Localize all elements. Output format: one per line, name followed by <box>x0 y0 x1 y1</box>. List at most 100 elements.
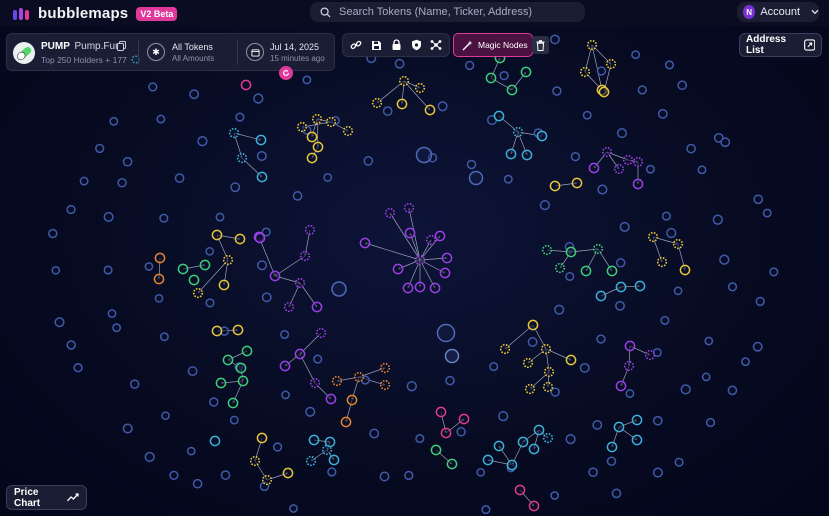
holder-bubble[interactable] <box>550 387 560 397</box>
holder-bubble[interactable] <box>325 393 337 405</box>
copy-icon[interactable] <box>117 41 126 51</box>
holder-bubble[interactable] <box>384 207 396 219</box>
holder-bubble[interactable] <box>396 98 408 110</box>
holder-bubble[interactable] <box>592 243 604 255</box>
holder-bubble[interactable] <box>549 34 560 45</box>
link-icon[interactable] <box>347 36 365 54</box>
holder-bubble[interactable] <box>503 174 513 184</box>
holder-bubble[interactable] <box>404 227 416 239</box>
holder-bubble[interactable] <box>601 146 613 158</box>
holder-bubble[interactable] <box>536 130 548 142</box>
holder-bubble[interactable] <box>161 411 170 421</box>
holder-bubble[interactable] <box>211 229 223 241</box>
holder-bubble[interactable] <box>727 385 738 396</box>
holder-bubble[interactable] <box>240 79 252 91</box>
holder-bubble[interactable] <box>256 432 268 444</box>
holder-bubble[interactable] <box>261 474 273 486</box>
holder-bubble[interactable] <box>304 224 316 236</box>
holder-bubble[interactable] <box>622 154 634 166</box>
holder-bubble[interactable] <box>673 286 683 296</box>
holder-bubble[interactable] <box>327 467 337 477</box>
holder-bubble[interactable] <box>340 416 352 428</box>
holder-bubble[interactable] <box>424 104 436 116</box>
holder-bubble[interactable] <box>489 362 499 372</box>
holder-bubble[interactable] <box>437 101 448 112</box>
holder-bubble[interactable] <box>672 238 684 250</box>
holder-bubble[interactable] <box>192 478 203 489</box>
holder-bubble[interactable] <box>755 296 765 307</box>
holder-bubble[interactable] <box>549 180 561 192</box>
holder-bubble[interactable] <box>117 178 127 188</box>
holder-bubble[interactable] <box>209 435 221 447</box>
holder-bubble[interactable] <box>306 152 318 164</box>
holder-bubble[interactable] <box>666 227 677 239</box>
holder-bubble[interactable] <box>458 413 470 425</box>
holder-bubble[interactable] <box>359 237 371 249</box>
share-icon[interactable] <box>427 36 445 54</box>
holder-bubble[interactable] <box>122 423 133 434</box>
holder-bubble[interactable] <box>308 434 320 446</box>
holder-bubble[interactable] <box>323 173 333 182</box>
holder-bubble[interactable] <box>95 143 105 154</box>
holder-bubble[interactable] <box>606 456 617 466</box>
holder-bubble[interactable] <box>719 254 730 265</box>
holder-bubble[interactable] <box>697 165 707 175</box>
holder-bubble[interactable] <box>632 178 644 190</box>
holder-bubble[interactable] <box>235 112 245 122</box>
holder-bubble[interactable] <box>606 441 618 453</box>
holder-bubble[interactable] <box>565 271 575 282</box>
holder-bubble[interactable] <box>481 505 491 515</box>
holder-bubble[interactable] <box>425 234 437 246</box>
trash-icon[interactable] <box>532 36 549 54</box>
shield-icon[interactable] <box>407 36 425 54</box>
holder-bubble[interactable] <box>543 366 555 378</box>
account-menu[interactable]: N Account <box>737 2 819 22</box>
holder-bubble[interactable] <box>498 410 509 422</box>
holder-bubble[interactable] <box>586 39 598 51</box>
holder-bubble[interactable] <box>631 434 643 446</box>
holder-bubble[interactable] <box>103 211 114 222</box>
holder-bubble[interactable] <box>186 446 196 456</box>
holder-bubble[interactable] <box>631 414 643 426</box>
holder-bubble[interactable] <box>582 110 592 120</box>
holder-bubble[interactable] <box>752 341 763 352</box>
holder-bubble[interactable] <box>197 136 208 147</box>
holder-bubble[interactable] <box>229 415 239 425</box>
holder-bubble[interactable] <box>227 397 239 409</box>
holder-bubble[interactable] <box>79 176 89 186</box>
holder-bubble[interactable] <box>220 470 231 480</box>
amounts-filter[interactable]: All Amounts <box>172 54 214 63</box>
holder-bubble[interactable] <box>522 357 534 369</box>
holder-bubble[interactable] <box>647 231 659 243</box>
holder-bubble[interactable] <box>256 260 268 271</box>
holder-bubble[interactable] <box>645 164 655 174</box>
holder-bubble[interactable] <box>704 336 714 346</box>
holder-bubble[interactable] <box>253 93 264 104</box>
holder-bubble[interactable] <box>403 202 415 214</box>
asterisk-icon[interactable]: ✱ <box>147 43 165 61</box>
holder-bubble[interactable] <box>595 290 607 302</box>
holder-bubble[interactable] <box>154 293 164 303</box>
holder-bubble[interactable] <box>580 265 592 277</box>
holder-bubble[interactable] <box>514 484 526 496</box>
holder-bubble[interactable] <box>705 417 716 428</box>
holder-bubble[interactable] <box>712 214 723 225</box>
holder-bubble[interactable] <box>615 258 626 268</box>
magic-nodes-button[interactable]: Magic Nodes <box>453 33 533 57</box>
holder-bubble[interactable] <box>169 470 179 480</box>
holder-bubble[interactable] <box>656 256 668 268</box>
holder-bubble[interactable] <box>414 254 426 266</box>
holder-bubble[interactable] <box>48 228 58 239</box>
holder-bubble[interactable] <box>606 265 618 277</box>
holder-bubble[interactable] <box>66 204 76 215</box>
holder-bubble[interactable] <box>415 146 433 164</box>
holder-bubble[interactable] <box>466 159 477 170</box>
holder-bubble[interactable] <box>342 125 354 137</box>
holder-bubble[interactable] <box>222 354 234 366</box>
holder-bubble[interactable] <box>311 113 323 125</box>
holder-bubble[interactable] <box>363 156 374 166</box>
holder-bubble[interactable] <box>379 471 390 482</box>
holder-bubble[interactable] <box>613 163 625 175</box>
holder-bubble[interactable] <box>533 424 545 436</box>
holder-bubble[interactable] <box>439 267 451 279</box>
